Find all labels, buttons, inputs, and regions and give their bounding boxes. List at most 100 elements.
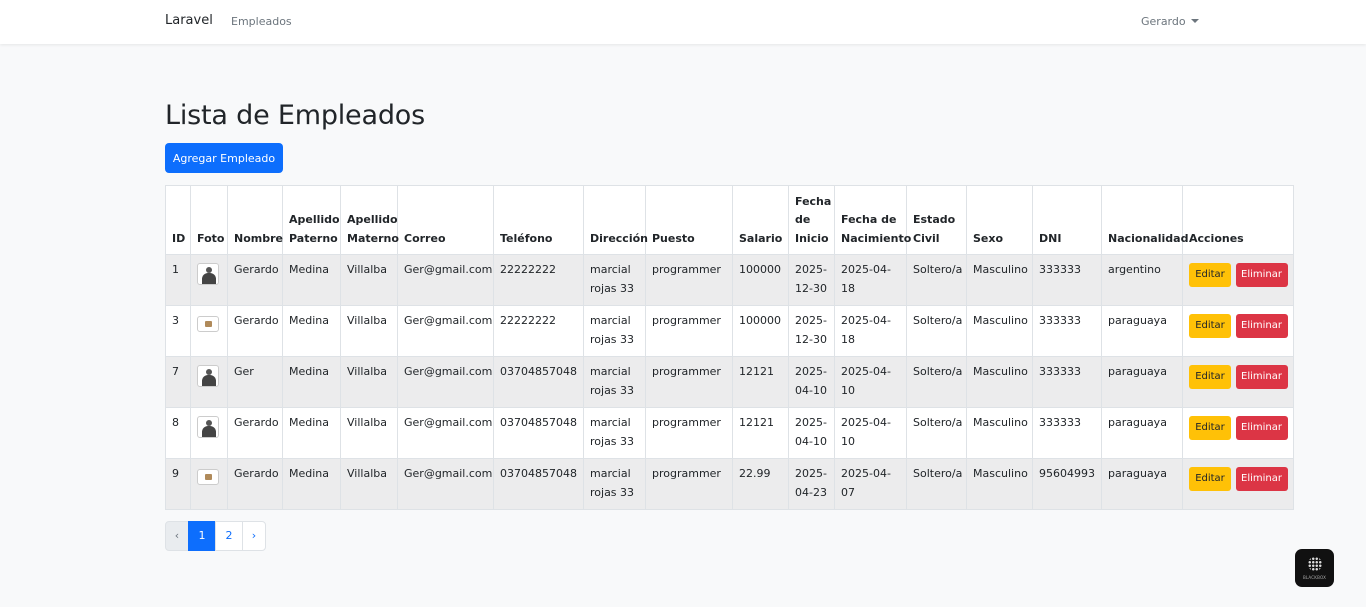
column-header: Nombre bbox=[227, 185, 283, 255]
column-header: Puesto bbox=[645, 185, 733, 255]
cell-estado-civil: Soltero/a bbox=[906, 458, 967, 510]
cell-salario: 12121 bbox=[732, 356, 789, 408]
table-row: 3 Gerardo Medina Villalba Ger@gmail.com 22222… bbox=[165, 305, 1294, 357]
blackbox-label: BLACKBOX bbox=[1302, 575, 1327, 580]
cell-sexo: Masculino bbox=[966, 458, 1033, 510]
cell-direccion: marcial rojas 33 bbox=[583, 356, 646, 408]
cell-fecha-nacimiento: 2025-04-10 bbox=[834, 356, 907, 408]
actions-cell: Editar Eliminar bbox=[1182, 356, 1294, 408]
cell-salario: 100000 bbox=[732, 305, 789, 357]
column-header: Teléfono bbox=[493, 185, 584, 255]
cell-dni: 333333 bbox=[1032, 305, 1102, 357]
cell-dni: 333333 bbox=[1032, 254, 1102, 306]
cell-puesto: programmer bbox=[645, 305, 733, 357]
cell-puesto: programmer bbox=[645, 458, 733, 510]
cell-correo: Ger@gmail.com bbox=[397, 356, 494, 408]
column-header: Fecha de Inicio bbox=[788, 185, 835, 255]
cell-fecha-nacimiento: 2025-04-18 bbox=[834, 254, 907, 306]
delete-button[interactable]: Eliminar bbox=[1235, 314, 1288, 338]
cell-telefono: 22222222 bbox=[493, 254, 584, 306]
edit-button[interactable]: Editar bbox=[1189, 263, 1231, 287]
cell-fecha-nacimiento: 2025-04-10 bbox=[834, 407, 907, 459]
photo-cell bbox=[190, 458, 228, 510]
user-name: Gerardo bbox=[1141, 15, 1186, 28]
cell-telefono: 22222222 bbox=[493, 305, 584, 357]
cell-nombre: Gerardo bbox=[227, 407, 283, 459]
edit-button[interactable]: Editar bbox=[1189, 416, 1231, 440]
table-row: 7 Ger Medina Villalba Ger@gmail.com 037048570… bbox=[165, 356, 1294, 408]
column-header: Apellido Materno bbox=[340, 185, 399, 255]
delete-button[interactable]: Eliminar bbox=[1235, 365, 1288, 389]
cell-telefono: 03704857048 bbox=[493, 356, 584, 408]
actions-cell: Editar Eliminar bbox=[1182, 254, 1294, 306]
cell-direccion: marcial rojas 33 bbox=[583, 305, 646, 357]
column-header: Dirección bbox=[583, 185, 648, 255]
column-header: Foto bbox=[190, 185, 228, 255]
cell-id: 3 bbox=[165, 305, 191, 357]
brand-link[interactable]: Laravel bbox=[165, 13, 213, 28]
cell-apellido-materno: Villalba bbox=[340, 458, 398, 510]
employees-table: ID Foto Nombre Apellido Paterno Apellido Mat… bbox=[165, 185, 1294, 510]
cell-nacionalidad: argentino bbox=[1101, 254, 1183, 306]
cell-dni: 95604993 bbox=[1032, 458, 1102, 510]
photo-cell bbox=[190, 356, 228, 408]
pagination-prev[interactable]: ‹ bbox=[165, 521, 189, 551]
photo-cell bbox=[190, 407, 228, 459]
column-header: Estado Civil bbox=[906, 185, 967, 255]
table-body: 1 Gerardo Medina Villalba Ger@gmail.com 22222… bbox=[165, 254, 1294, 510]
cell-nombre: Gerardo bbox=[227, 254, 283, 306]
edit-button[interactable]: Editar bbox=[1189, 314, 1231, 338]
add-employee-button[interactable]: Agregar Empleado bbox=[165, 143, 283, 173]
cell-fecha-nacimiento: 2025-04-07 bbox=[834, 458, 907, 510]
cell-salario: 12121 bbox=[732, 407, 789, 459]
cell-estado-civil: Soltero/a bbox=[906, 356, 967, 408]
table-row: 8 Gerardo Medina Villalba Ger@gmail.com 03704… bbox=[165, 407, 1294, 459]
column-header: Acciones bbox=[1182, 185, 1294, 255]
cell-sexo: Masculino bbox=[966, 356, 1033, 408]
cell-apellido-materno: Villalba bbox=[340, 305, 398, 357]
blackbox-widget[interactable]: BLACKBOX bbox=[1295, 549, 1334, 587]
cell-salario: 100000 bbox=[732, 254, 789, 306]
employee-photo bbox=[197, 469, 219, 485]
cell-dni: 333333 bbox=[1032, 407, 1102, 459]
column-header: DNI bbox=[1032, 185, 1102, 255]
delete-button[interactable]: Eliminar bbox=[1235, 467, 1288, 491]
cell-nombre: Gerardo bbox=[227, 458, 283, 510]
employee-photo bbox=[197, 365, 219, 387]
cell-correo: Ger@gmail.com bbox=[397, 254, 494, 306]
nav-link-empleados[interactable]: Empleados bbox=[231, 15, 292, 28]
user-dropdown[interactable]: Gerardo bbox=[1141, 15, 1199, 28]
cell-correo: Ger@gmail.com bbox=[397, 407, 494, 459]
delete-button[interactable]: Eliminar bbox=[1235, 263, 1288, 287]
pagination: ‹ 1 2 › bbox=[165, 521, 266, 551]
cell-apellido-paterno: Medina bbox=[282, 458, 341, 510]
cell-nacionalidad: paraguaya bbox=[1101, 458, 1183, 510]
cell-correo: Ger@gmail.com bbox=[397, 458, 494, 510]
cell-fecha-inicio: 2025-04-10 bbox=[788, 356, 835, 408]
table-header-row: ID Foto Nombre Apellido Paterno Apellido Mat… bbox=[165, 185, 1294, 255]
pagination-page-2[interactable]: 2 bbox=[215, 521, 243, 551]
cell-fecha-inicio: 2025-12-30 bbox=[788, 305, 835, 357]
cell-apellido-materno: Villalba bbox=[340, 356, 398, 408]
edit-button[interactable]: Editar bbox=[1189, 467, 1231, 491]
cell-sexo: Masculino bbox=[966, 407, 1033, 459]
cell-nombre: Ger bbox=[227, 356, 283, 408]
cell-id: 9 bbox=[165, 458, 191, 510]
cell-telefono: 03704857048 bbox=[493, 407, 584, 459]
pagination-next[interactable]: › bbox=[242, 521, 266, 551]
page-title: Lista de Empleados bbox=[165, 100, 425, 131]
edit-button[interactable]: Editar bbox=[1189, 365, 1231, 389]
cell-direccion: marcial rojas 33 bbox=[583, 458, 646, 510]
column-header: ID bbox=[165, 185, 191, 255]
pagination-page-1[interactable]: 1 bbox=[188, 521, 216, 551]
employee-photo bbox=[197, 416, 219, 438]
cell-id: 1 bbox=[165, 254, 191, 306]
delete-button[interactable]: Eliminar bbox=[1235, 416, 1288, 440]
chevron-down-icon bbox=[1190, 19, 1199, 23]
blackbox-logo-icon bbox=[1308, 557, 1322, 571]
cell-correo: Ger@gmail.com bbox=[397, 305, 494, 357]
cell-direccion: marcial rojas 33 bbox=[583, 254, 646, 306]
column-header: Salario bbox=[732, 185, 789, 255]
cell-fecha-inicio: 2025-04-10 bbox=[788, 407, 835, 459]
cell-apellido-materno: Villalba bbox=[340, 254, 398, 306]
